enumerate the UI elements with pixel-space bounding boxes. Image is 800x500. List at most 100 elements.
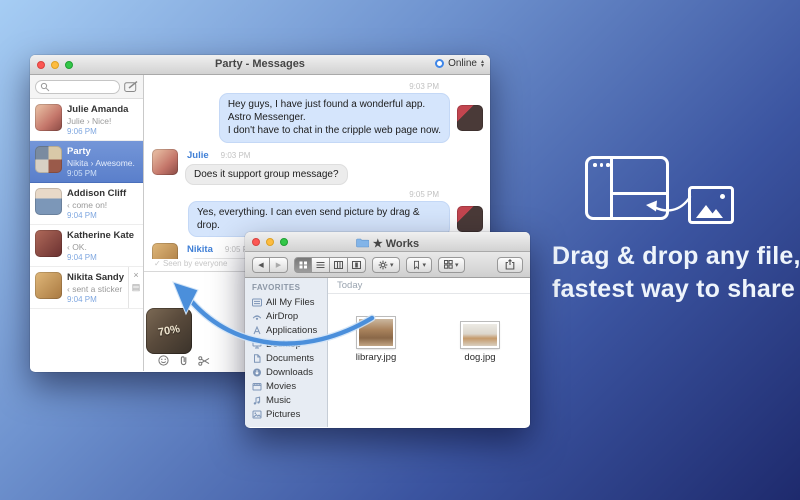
arrange-grid-icon [444,260,453,269]
sidebar-item-airdrop[interactable]: AirDrop [245,309,327,323]
close-conversation-icon[interactable]: × [133,271,138,279]
gear-icon [378,260,388,270]
tags-menu-button[interactable]: ▾ [406,257,433,273]
zoom-window-button[interactable] [280,238,288,246]
contact-name: Addison Cliff [67,188,126,199]
share-icon [505,259,515,270]
sidebar-item-pictures[interactable]: Pictures [245,407,327,421]
contact-time: 9:05 PM [67,169,135,178]
applications-icon [252,326,262,335]
dropdown-arrow-icon: ▾ [455,261,459,269]
minimize-window-button[interactable] [266,238,274,246]
online-status-icon [435,59,444,68]
upload-progress: 70% [157,323,181,339]
file-name: dog.jpg [454,352,506,363]
sender-name: Nikita [187,244,213,255]
status-selector[interactable]: Online ▴▾ [435,58,484,69]
messages-titlebar[interactable]: Party - Messages Online ▴▾ [30,55,490,75]
contact-time: 9:04 PM [67,253,134,262]
back-button[interactable]: ◀ [252,257,270,273]
conversation-item-julie-amanda[interactable]: Julie Amanda Julie › Nice! 9:06 PM [30,99,143,141]
coverflow-view-icon [352,261,361,269]
avatar [35,146,62,173]
contact-name: Nikita Sandy [67,272,124,283]
music-note-icon [252,396,262,405]
icon-view-button[interactable] [294,257,312,273]
contact-preview: ‹ OK. [67,242,134,252]
all-my-files-icon [252,298,262,307]
conversation-item-katherine-kate[interactable]: Katherine Kate ‹ OK. 9:04 PM [30,225,143,267]
list-view-button[interactable] [312,257,330,273]
favorites-header: FAVORITES [252,283,327,292]
sidebar-item-all-my-files[interactable]: All My Files [245,295,327,309]
outgoing-message: 9:03 PM Hey guys, I have just found a wo… [152,82,483,143]
avatar [35,104,62,131]
pictures-icon [252,410,262,419]
file-thumbnail [357,317,395,348]
conversation-item-party-selected[interactable]: Party Nikita › Awesome. 9:05 PM [30,141,143,183]
back-icon: ◀ [258,261,263,269]
finder-window-title: ★ Works [373,237,419,250]
conversation-menu-icon[interactable]: ▤ [132,283,141,291]
conversation-item-nikita-sandy[interactable]: Nikita Sandy ‹ sent a sticker 9:04 PM × … [30,267,143,309]
seen-check-icon: ✓ [154,259,161,268]
avatar [35,188,62,215]
message-time: 9:03 PM [221,151,251,160]
column-view-icon [334,261,343,269]
close-window-button[interactable] [252,238,260,246]
file-name: library.jpg [350,352,402,363]
search-input[interactable] [35,80,120,94]
message-time: 9:05 PM [152,190,439,199]
finder-titlebar[interactable]: ★ Works [245,232,530,252]
action-menu-button[interactable]: ▾ [372,257,400,273]
sidebar-item-music[interactable]: Music [245,393,327,407]
dropdown-arrow-icon: ▾ [390,261,394,269]
sidebar-item-desktop[interactable]: Desktop [245,337,327,351]
incoming-message: Julie 9:03 PM Does it support group mess… [152,149,483,185]
promo-image-icon [688,186,734,224]
window-controls [252,238,288,246]
screenshot-scissors-icon[interactable] [198,356,210,366]
contact-preview: Nikita › Awesome. [67,158,135,168]
movies-icon [252,382,262,391]
compose-icon[interactable] [124,81,138,93]
conversation-item-addison-cliff[interactable]: Addison Cliff ‹ come on! 9:04 PM [30,183,143,225]
finder-sidebar: FAVORITES All My Files AirDrop Applicati… [245,278,328,427]
dropdown-arrow-icon: ▾ [423,261,427,269]
attach-paperclip-icon[interactable] [178,355,189,366]
arrange-menu-button[interactable]: ▾ [438,257,465,273]
coverflow-view-button[interactable] [348,257,366,273]
contact-preview: ‹ come on! [67,200,126,210]
forward-icon: ▶ [276,261,281,269]
file-library-jpg[interactable]: library.jpg [350,316,402,363]
conversation-sidebar: Julie Amanda Julie › Nice! 9:06 PM Party… [30,75,144,371]
search-row [30,75,143,99]
airdrop-icon [252,312,262,321]
promo-line-2: fastest way to share [552,273,800,306]
contact-time: 9:04 PM [67,295,124,304]
avatar [457,206,483,232]
avatar [35,272,62,299]
list-view-icon [316,261,325,269]
documents-icon [252,354,262,363]
column-view-button[interactable] [330,257,348,273]
emoji-icon[interactable] [158,355,169,366]
sidebar-item-movies[interactable]: Movies [245,379,327,393]
forward-button[interactable]: ▶ [270,257,288,273]
status-popup-arrows-icon: ▴▾ [481,60,484,68]
message-time: 9:03 PM [152,82,439,91]
file-dog-jpg[interactable]: dog.jpg [454,316,506,363]
contact-name: Party [67,146,135,157]
sidebar-item-downloads[interactable]: Downloads [245,365,327,379]
downloads-icon [252,368,262,377]
finder-toolbar: ◀ ▶ ▾ ▾ ▾ [245,252,530,278]
sidebar-item-documents[interactable]: Documents [245,351,327,365]
avatar [152,149,178,175]
sidebar-item-applications[interactable]: Applications [245,323,327,337]
finder-window: ★ Works ◀ ▶ ▾ ▾ ▾ FAV [245,232,530,428]
share-button[interactable] [497,257,523,273]
contact-time: 9:04 PM [67,211,126,220]
navigation-buttons: ◀ ▶ [252,257,288,273]
file-thumbnail [461,322,499,348]
sender-name: Julie [187,150,209,161]
